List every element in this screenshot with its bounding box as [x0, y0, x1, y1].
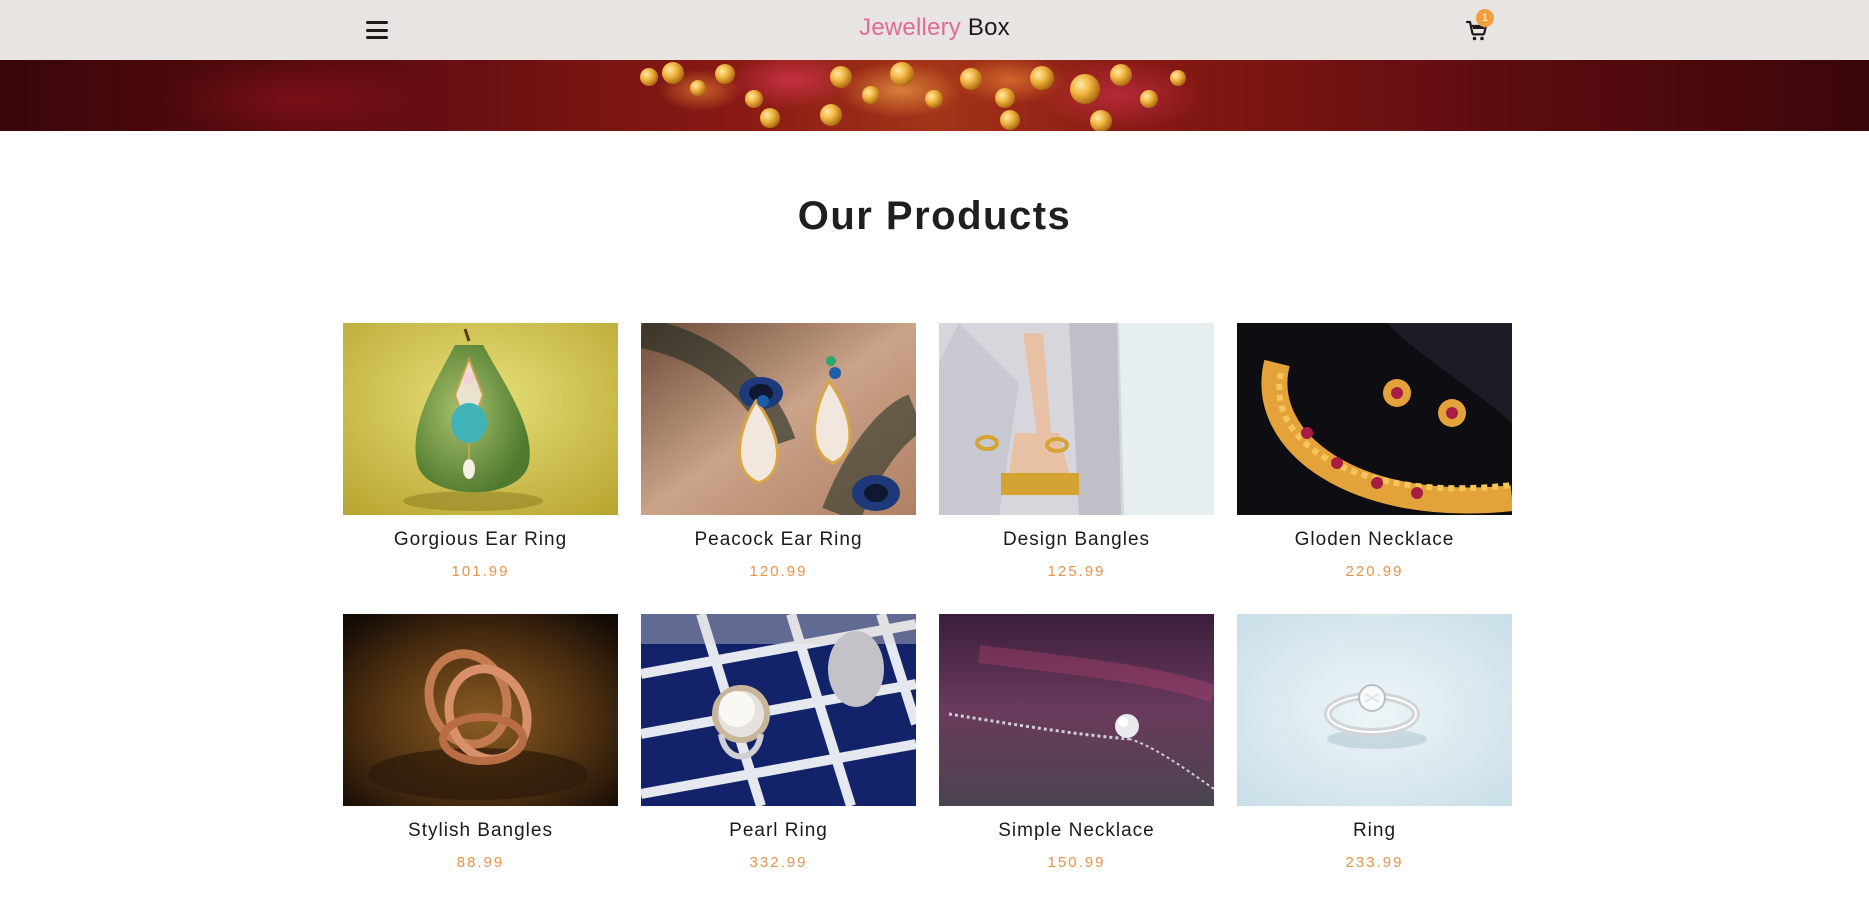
diamond-ring-image[interactable]	[1237, 614, 1512, 806]
product-price: 101.99	[451, 563, 510, 580]
copper-rings-image[interactable]	[343, 614, 618, 806]
product-card[interactable]: Simple Necklace 150.99	[939, 614, 1214, 880]
section-title: Our Products	[797, 194, 1072, 238]
hero-banner-image	[0, 60, 1869, 131]
golden-necklace-image[interactable]	[1237, 323, 1512, 515]
product-card[interactable]: Ring 233.99	[1237, 614, 1512, 880]
product-price: 220.99	[1345, 563, 1404, 580]
peacock-ear-ring-image[interactable]	[641, 323, 916, 515]
pearl-ring-image[interactable]	[641, 614, 916, 806]
product-name[interactable]: Design Bangles	[939, 529, 1214, 551]
product-card[interactable]: Design Bangles 125.99	[939, 323, 1214, 589]
simple-necklace-image[interactable]	[939, 614, 1214, 806]
product-card[interactable]: Pearl Ring 332.99	[641, 614, 916, 880]
product-name[interactable]: Simple Necklace	[939, 820, 1214, 842]
bangles-model-image[interactable]	[939, 323, 1214, 515]
brand-name-part1: Jewellery	[859, 14, 961, 41]
cart-count-badge: 1	[1476, 9, 1494, 27]
product-price: 332.99	[749, 854, 808, 871]
brand-name-part2: Box	[967, 14, 1010, 41]
brand-logo[interactable]: Jewellery Box	[0, 14, 1869, 42]
product-price: 88.99	[456, 854, 505, 871]
top-navbar: Jewellery Box 1	[0, 0, 1869, 60]
product-name[interactable]: Peacock Ear Ring	[641, 529, 916, 551]
product-card[interactable]: Stylish Bangles 88.99	[343, 614, 618, 880]
product-price: 150.99	[1047, 854, 1106, 871]
product-card[interactable]: Gloden Necklace 220.99	[1237, 323, 1512, 589]
product-name[interactable]: Ring	[1237, 820, 1512, 842]
ear-ring-on-pear-image[interactable]	[343, 323, 618, 515]
product-name[interactable]: Gloden Necklace	[1237, 529, 1512, 551]
product-name[interactable]: Stylish Bangles	[343, 820, 618, 842]
product-card[interactable]: Gorgious Ear Ring 101.99	[343, 323, 618, 589]
product-price: 125.99	[1047, 563, 1106, 580]
product-name[interactable]: Pearl Ring	[641, 820, 916, 842]
product-card[interactable]: Peacock Ear Ring 120.99	[641, 323, 916, 589]
product-grid: Gorgious Ear Ring 101.99 Peacock Ear Rin…	[343, 323, 1513, 880]
product-name[interactable]: Gorgious Ear Ring	[343, 529, 618, 551]
product-price: 233.99	[1345, 854, 1404, 871]
product-price: 120.99	[749, 563, 808, 580]
